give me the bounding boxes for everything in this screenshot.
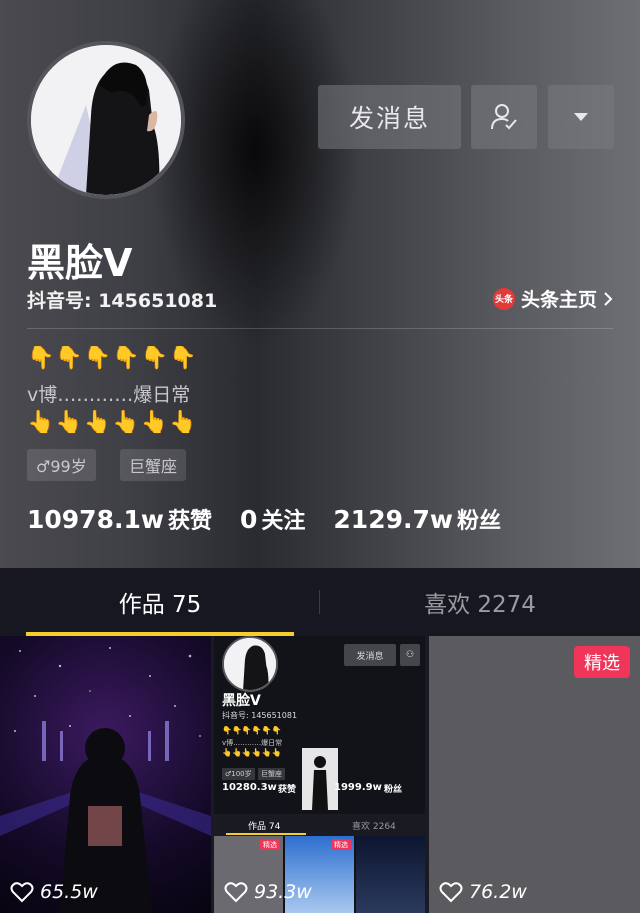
likes-count: 10978.1w: [27, 505, 164, 534]
toutiao-label: 头条主页: [520, 289, 597, 311]
mini-thumbnail: [356, 836, 425, 913]
mini-zodiac-tag: 巨蟹座: [258, 768, 285, 780]
profile-header: 发消息 黑脸V 抖音号: 145651081 头条 头条主页 👇👇👇👇👇👇 v博…: [0, 0, 640, 568]
mini-bio-line: v博…………爆日常: [222, 739, 283, 747]
avatar-image: [31, 45, 181, 195]
zodiac-tag: 巨蟹座: [120, 449, 187, 481]
heart-icon: [224, 882, 248, 903]
profile-name: 黑脸V: [27, 241, 133, 285]
video-thumbnail[interactable]: 发消息 ⚇ 黑脸V 抖音号: 145651081 👇👇👇👇👇👇 v博…………爆日…: [214, 636, 425, 913]
mini-figure-silhouette: [302, 748, 338, 810]
video-like-count: 65.5w: [10, 881, 98, 903]
tab-liked[interactable]: 喜欢 2274: [320, 568, 640, 636]
avatar[interactable]: [27, 41, 185, 199]
like-count-text: 65.5w: [40, 881, 98, 903]
mini-bio-line: 👆👆👆👆👆👆: [222, 748, 282, 757]
mini-name: 黑脸V: [222, 693, 261, 709]
toutiao-homepage-link[interactable]: 头条 头条主页: [492, 285, 615, 312]
mini-tab-liked: 喜欢 2264: [352, 822, 396, 832]
video-thumbnail[interactable]: 精选 76.2w: [429, 636, 640, 913]
mini-featured-badge: 精选: [331, 839, 351, 850]
mini-gender-tag: ♂100岁: [222, 768, 255, 780]
likes-stat: 10978.1w 获赞: [27, 503, 212, 535]
heart-icon: [10, 882, 34, 903]
fans-count: 2129.7w: [333, 505, 453, 534]
fans-stat[interactable]: 2129.7w 粉丝: [333, 503, 501, 535]
mini-user-icon: ⚇: [400, 644, 420, 666]
following-count: 0: [239, 505, 258, 534]
tab-works[interactable]: 作品 75: [0, 568, 320, 636]
mini-fans-count: 1999.9w: [334, 782, 382, 793]
divider: [27, 328, 613, 329]
video-thumbnail[interactable]: 65.5w: [0, 636, 211, 913]
like-count-text: 93.3w: [254, 881, 312, 903]
mini-tab-works: 作品 74: [248, 822, 281, 832]
heart-icon: [439, 882, 463, 903]
follow-button[interactable]: [471, 85, 537, 149]
bio-line: 👇👇👇👇👇👇: [27, 346, 198, 371]
more-button[interactable]: [548, 85, 614, 149]
featured-badge: 精选: [574, 646, 630, 678]
mini-likes-label: 获赞: [278, 785, 297, 795]
mini-douyin-id: 抖音号: 145651081: [222, 711, 298, 720]
douyin-id: 抖音号: 145651081: [27, 290, 218, 312]
like-count-text: 76.2w: [469, 881, 527, 903]
following-label: 关注: [261, 509, 306, 534]
mini-profile-screenshot: 发消息 ⚇ 黑脸V 抖音号: 145651081 👇👇👇👇👇👇 v博…………爆日…: [214, 636, 425, 913]
mini-likes-count: 10280.3w: [222, 782, 277, 793]
gender-age-tag: ♂99岁: [27, 449, 96, 481]
mini-message-button: 发消息: [344, 644, 396, 666]
bio-line: v博…………爆日常: [27, 384, 191, 406]
caret-down-icon: [574, 113, 588, 121]
video-thumbnail-image: [0, 647, 211, 913]
mini-figure-image: [302, 748, 338, 810]
following-stat[interactable]: 0 关注: [240, 503, 305, 535]
video-like-count: 76.2w: [439, 881, 527, 903]
likes-label: 获赞: [167, 509, 212, 534]
video-grid: 65.5w 发消息 ⚇ 黑脸V 抖音号: 145651081 👇👇👇👇👇👇 v博…: [0, 636, 640, 913]
chevron-right-icon: [604, 291, 613, 306]
content-tabs: 作品 75 喜欢 2274: [0, 568, 640, 636]
mini-bio-line: 👇👇👇👇👇👇: [222, 726, 282, 735]
toutiao-logo-icon: 头条: [492, 287, 515, 310]
mini-tab-indicator: [226, 833, 306, 835]
send-message-button[interactable]: 发消息: [318, 85, 461, 149]
video-like-count: 93.3w: [224, 881, 312, 903]
bio-line: 👆👆👆👆👆👆: [27, 410, 198, 435]
mini-fans-label: 粉丝: [384, 785, 403, 795]
user-check-icon: [491, 104, 517, 130]
mini-avatar-image: [224, 638, 276, 690]
mini-avatar: [222, 636, 278, 692]
profile-stats: 10978.1w 获赞 0 关注 2129.7w 粉丝: [27, 503, 529, 535]
mini-featured-badge: 精选: [260, 839, 280, 850]
fans-label: 粉丝: [456, 509, 501, 534]
